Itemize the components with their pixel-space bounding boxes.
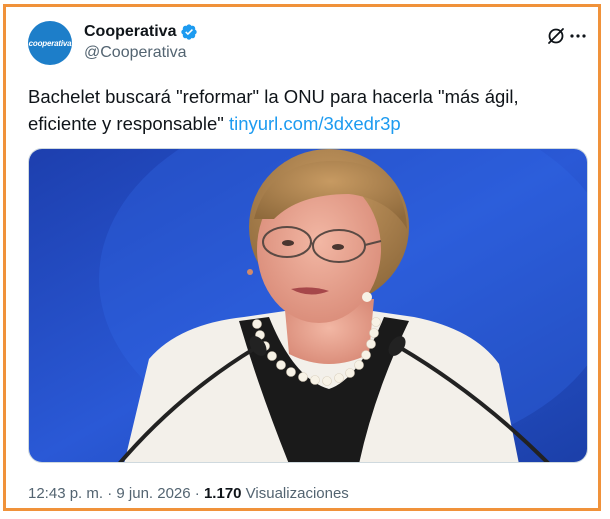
views-count: 1.170 — [203, 485, 242, 502]
avatar-logo-text: cooperativa — [28, 38, 72, 48]
tweet-time[interactable]: 12:43 p. m. — [28, 485, 103, 502]
tweet-meta: 12:43 p. m. · 9 jun. 2026 · 1.170 Visual… — [28, 485, 349, 502]
views-label: Visualizaciones — [241, 485, 349, 502]
author-display-name[interactable]: Cooperativa — [84, 23, 176, 41]
avatar[interactable]: cooperativa — [28, 21, 72, 65]
photo-woman-speaking-at-podium-icon — [29, 149, 587, 462]
tweet-card: cooperativa Cooperativa @Cooperativa Bac… — [3, 4, 601, 511]
tweet-header: cooperativa Cooperativa @Cooperativa — [28, 21, 588, 69]
author-display-name-row[interactable]: Cooperativa — [84, 23, 198, 41]
grok-icon[interactable] — [546, 26, 566, 46]
meta-separator: · — [103, 485, 117, 502]
author-block: Cooperativa @Cooperativa — [84, 23, 198, 62]
more-options-icon[interactable] — [568, 26, 588, 46]
tweet-link[interactable]: tinyurl.com/3dxedr3p — [229, 113, 401, 134]
author-handle[interactable]: @Cooperativa — [84, 44, 198, 62]
tweet-media-photo[interactable] — [28, 148, 588, 463]
tweet-date[interactable]: 9 jun. 2026 — [116, 485, 190, 502]
verified-badge-icon — [180, 23, 198, 41]
meta-separator: · — [190, 485, 204, 502]
tweet-text: Bachelet buscará "reformar" la ONU para … — [28, 83, 583, 137]
